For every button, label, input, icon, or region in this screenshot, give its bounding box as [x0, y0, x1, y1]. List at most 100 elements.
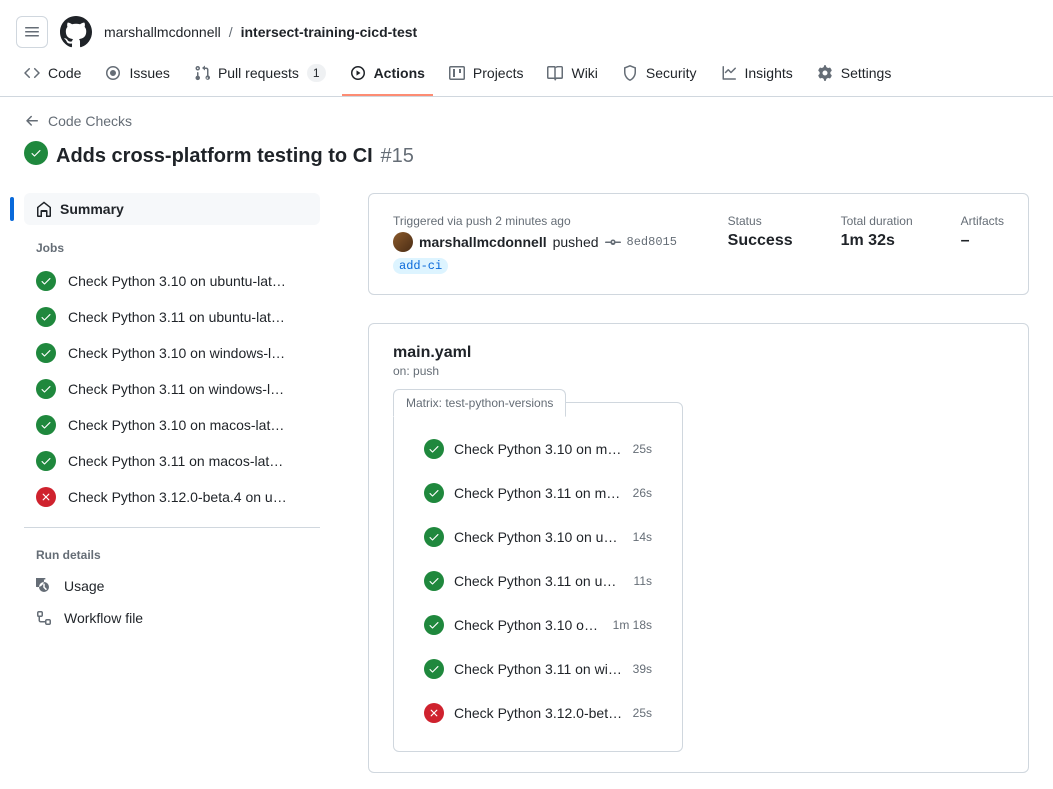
run-status-icon: [24, 141, 48, 165]
tab-actions[interactable]: Actions: [342, 57, 433, 95]
matrix-job-item[interactable]: Check Python 3.11 on ubu…11s: [410, 559, 666, 603]
status-icon: [36, 487, 56, 507]
check-icon: [428, 575, 440, 587]
matrix-job-label: Check Python 3.12.0-beta.…: [454, 705, 623, 721]
check-icon: [40, 383, 52, 395]
x-icon: [428, 707, 440, 719]
action-verb: pushed: [553, 234, 599, 250]
graph-icon: [721, 65, 737, 81]
actor-link[interactable]: marshallmcdonnell: [419, 234, 547, 250]
sidebar-divider: [24, 527, 320, 528]
matrix-job-label: Check Python 3.11 on mac…: [454, 485, 623, 501]
run-summary-panel: Triggered via push 2 minutes ago marshal…: [368, 193, 1029, 295]
breadcrumb-repo[interactable]: intersect-training-cicd-test: [241, 24, 418, 40]
matrix-label[interactable]: Matrix: test-python-versions: [393, 389, 566, 417]
check-icon: [40, 347, 52, 359]
branch-tag[interactable]: add-ci: [393, 258, 448, 274]
triggered-text: Triggered via push 2 minutes ago: [393, 214, 680, 228]
matrix-job-item[interactable]: Check Python 3.10 on ubu…14s: [410, 515, 666, 559]
sidebar-job-item[interactable]: Check Python 3.10 on macos-lat…: [24, 407, 320, 443]
avatar[interactable]: [393, 232, 413, 252]
hamburger-menu-button[interactable]: [16, 16, 48, 48]
sidebar-job-item[interactable]: Check Python 3.12.0-beta.4 on u…: [24, 479, 320, 515]
sidebar-summary[interactable]: Summary: [24, 193, 320, 225]
matrix-job-item[interactable]: Check Python 3.10 on mac…25s: [410, 427, 666, 471]
status-icon: [36, 451, 56, 471]
check-icon: [428, 619, 440, 631]
status-icon: [36, 415, 56, 435]
tab-code[interactable]: Code: [16, 57, 89, 95]
sidebar-job-item[interactable]: Check Python 3.11 on ubuntu-lat…: [24, 299, 320, 335]
status-icon: [36, 379, 56, 399]
book-icon: [547, 65, 563, 81]
sidebar-jobs-heading: Jobs: [24, 225, 320, 263]
status-icon: [424, 615, 444, 635]
check-icon: [428, 487, 440, 499]
repo-nav: Code Issues Pull requests 1 Actions Proj…: [0, 56, 1053, 97]
matrix-job-duration: 26s: [633, 486, 652, 500]
sidebar-workflow-file[interactable]: Workflow file: [24, 602, 320, 634]
tab-issues[interactable]: Issues: [97, 57, 177, 95]
sidebar-job-item[interactable]: Check Python 3.10 on windows-l…: [24, 335, 320, 371]
status-label: Status: [728, 214, 793, 228]
play-circle-icon: [350, 65, 366, 81]
sidebar-job-item[interactable]: Check Python 3.11 on windows-l…: [24, 371, 320, 407]
sidebar-job-label: Check Python 3.10 on macos-lat…: [68, 417, 284, 433]
check-icon: [40, 419, 52, 431]
code-icon: [24, 65, 40, 81]
matrix-job-duration: 39s: [633, 662, 652, 676]
gear-icon: [817, 65, 833, 81]
sidebar-job-label: Check Python 3.11 on ubuntu-lat…: [68, 309, 285, 325]
artifacts-value: –: [961, 232, 1004, 250]
status-icon: [424, 527, 444, 547]
matrix-job-label: Check Python 3.10 on w…: [454, 617, 603, 633]
matrix-job-item[interactable]: Check Python 3.12.0-beta.… 25s: [410, 691, 666, 735]
duration-value: 1m 32s: [841, 232, 913, 250]
tab-insights[interactable]: Insights: [713, 57, 801, 95]
sidebar-job-label: Check Python 3.10 on ubuntu-lat…: [68, 273, 286, 289]
tab-wiki[interactable]: Wiki: [539, 57, 605, 95]
workflow-file-name: main.yaml: [393, 344, 1004, 362]
sidebar-usage[interactable]: Usage: [24, 570, 320, 602]
x-icon: [40, 491, 52, 503]
github-logo-icon: [60, 16, 92, 48]
project-icon: [449, 65, 465, 81]
tab-settings[interactable]: Settings: [809, 57, 900, 95]
run-number: #15: [380, 145, 413, 167]
status-icon: [36, 307, 56, 327]
matrix-job-item[interactable]: Check Python 3.11 on wind…39s: [410, 647, 666, 691]
status-value: Success: [728, 232, 793, 250]
matrix-job-item[interactable]: Check Python 3.11 on mac… 26s: [410, 471, 666, 515]
sidebar-job-item[interactable]: Check Python 3.10 on ubuntu-lat…: [24, 263, 320, 299]
check-icon: [428, 443, 440, 455]
git-commit-icon: [605, 234, 621, 250]
tab-security[interactable]: Security: [614, 57, 705, 95]
run-main: Triggered via push 2 minutes ago marshal…: [368, 193, 1029, 773]
duration-label: Total duration: [841, 214, 913, 228]
check-icon: [30, 147, 42, 159]
check-icon: [428, 531, 440, 543]
status-icon: [36, 271, 56, 291]
pull-request-icon: [194, 65, 210, 81]
matrix-job-label: Check Python 3.11 on ubu…: [454, 573, 624, 589]
breadcrumb-sep: /: [229, 24, 233, 40]
status-icon: [36, 343, 56, 363]
breadcrumb-owner[interactable]: marshallmcdonnell: [104, 24, 221, 40]
workflow-icon: [36, 610, 52, 626]
sidebar-job-item[interactable]: Check Python 3.11 on macos-lat…: [24, 443, 320, 479]
github-logo[interactable]: [60, 16, 92, 48]
matrix-job-duration: 25s: [633, 706, 652, 720]
workflow-panel: main.yaml on: push Matrix: test-python-v…: [368, 323, 1029, 773]
matrix-job-duration: 1m 18s: [613, 618, 652, 632]
check-icon: [40, 275, 52, 287]
commit-sha-link[interactable]: 8ed8015: [627, 235, 677, 249]
workflow-trigger: on: push: [393, 364, 1004, 378]
arrow-left-icon: [24, 113, 40, 129]
tab-projects[interactable]: Projects: [441, 57, 532, 95]
issue-icon: [105, 65, 121, 81]
stopwatch-icon: [36, 578, 52, 594]
back-to-workflow-link[interactable]: Code Checks: [24, 113, 132, 129]
matrix-job-label: Check Python 3.10 on mac…: [454, 441, 623, 457]
tab-pull-requests[interactable]: Pull requests 1: [186, 56, 334, 96]
matrix-job-item[interactable]: Check Python 3.10 on w… 1m 18s: [410, 603, 666, 647]
